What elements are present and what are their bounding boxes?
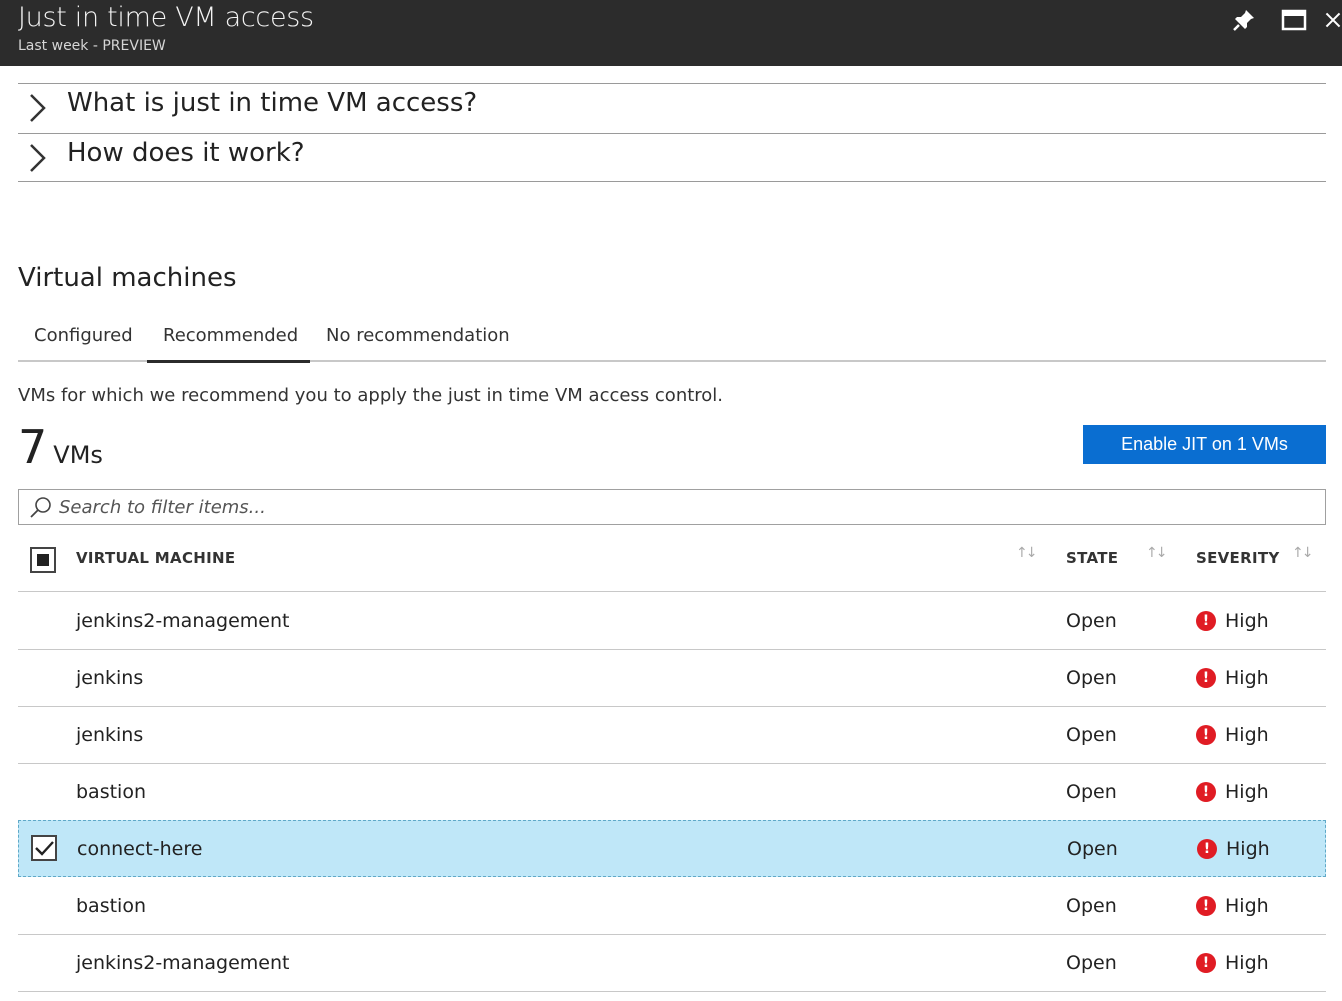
vm-state: Open: [1066, 952, 1117, 974]
vm-state: Open: [1066, 667, 1117, 689]
vm-name: jenkins: [76, 724, 144, 746]
table-row-selected[interactable]: connect-here Open ! High: [18, 820, 1326, 877]
tab-recommended[interactable]: Recommended: [147, 325, 310, 363]
severity-high-icon: !: [1196, 725, 1216, 745]
sort-icon[interactable]: ↑↓: [1016, 545, 1038, 561]
chevron-right-icon: [30, 144, 46, 172]
vm-severity: High: [1225, 667, 1269, 689]
severity-high-icon: !: [1196, 953, 1216, 973]
tab-configured[interactable]: Configured: [34, 325, 133, 362]
vm-severity: High: [1225, 781, 1269, 803]
close-icon[interactable]: [1324, 6, 1342, 34]
chevron-right-icon: [30, 94, 46, 122]
vm-state: Open: [1066, 610, 1117, 632]
vm-severity: High: [1225, 610, 1269, 632]
enable-jit-button[interactable]: Enable JIT on 1 VMs: [1083, 425, 1326, 464]
checkmark-icon: [35, 841, 54, 856]
severity-high-icon: !: [1196, 668, 1216, 688]
severity-high-icon: !: [1196, 896, 1216, 916]
vm-name: jenkins: [76, 667, 144, 689]
vm-count-number: 7: [18, 420, 48, 474]
sort-icon[interactable]: ↑↓: [1146, 545, 1168, 561]
severity-high-icon: !: [1196, 611, 1216, 631]
maximize-icon[interactable]: [1280, 6, 1308, 34]
table-row[interactable]: jenkins Open ! High: [18, 707, 1326, 764]
table-row[interactable]: jenkins2-management Open ! High: [18, 935, 1326, 992]
sort-icon[interactable]: ↑↓: [1292, 545, 1314, 561]
vm-severity: High: [1226, 838, 1270, 860]
section-title: Virtual machines: [18, 263, 237, 293]
vm-name: connect-here: [77, 838, 203, 860]
vm-state: Open: [1066, 781, 1117, 803]
vm-severity: High: [1225, 952, 1269, 974]
tab-bar: Configured Recommended No recommendation: [18, 316, 1326, 363]
table-row[interactable]: bastion Open ! High: [18, 764, 1326, 821]
vm-name: jenkins2-management: [76, 610, 290, 632]
tab-no-recommendation[interactable]: No recommendation: [326, 325, 510, 362]
table-row[interactable]: jenkins2-management Open ! High: [18, 593, 1326, 650]
vm-state: Open: [1066, 724, 1117, 746]
column-header-state[interactable]: STATE: [1066, 549, 1118, 567]
table-header: VIRTUAL MACHINE ↑↓ STATE ↑↓ SEVERITY ↑↓: [18, 527, 1326, 592]
blade-subtitle: Last week - PREVIEW: [18, 38, 166, 54]
vm-name: bastion: [76, 781, 146, 803]
table-row[interactable]: jenkins Open ! High: [18, 650, 1326, 707]
expander-label: How does it work?: [67, 138, 305, 168]
tab-description: VMs for which we recommend you to apply …: [18, 385, 724, 406]
vm-severity: High: [1225, 724, 1269, 746]
column-header-virtual-machine[interactable]: VIRTUAL MACHINE: [76, 549, 235, 567]
table-row[interactable]: bastion Open ! High: [18, 878, 1326, 935]
search-box: [18, 489, 1326, 525]
expander-what-is-jit[interactable]: What is just in time VM access?: [18, 83, 1326, 131]
vm-state: Open: [1067, 838, 1118, 860]
blade-header: Just in time VM access Last week - PREVI…: [0, 0, 1342, 66]
vm-count-unit: VMs: [53, 441, 103, 469]
vm-name: jenkins2-management: [76, 952, 290, 974]
search-input[interactable]: [59, 494, 1309, 520]
pin-icon[interactable]: [1230, 6, 1258, 34]
vm-count: 7 VMs: [18, 420, 103, 474]
vm-state: Open: [1066, 895, 1117, 917]
severity-high-icon: !: [1197, 839, 1217, 859]
row-checkbox[interactable]: [31, 835, 57, 861]
expander-how-does-it-work[interactable]: How does it work?: [18, 133, 1326, 182]
severity-high-icon: !: [1196, 782, 1216, 802]
expander-label: What is just in time VM access?: [67, 88, 478, 118]
column-header-severity[interactable]: SEVERITY: [1196, 549, 1280, 567]
vm-severity: High: [1225, 895, 1269, 917]
search-icon: [30, 497, 51, 518]
blade-title: Just in time VM access: [18, 2, 314, 33]
select-all-checkbox[interactable]: [30, 547, 56, 573]
vm-name: bastion: [76, 895, 146, 917]
